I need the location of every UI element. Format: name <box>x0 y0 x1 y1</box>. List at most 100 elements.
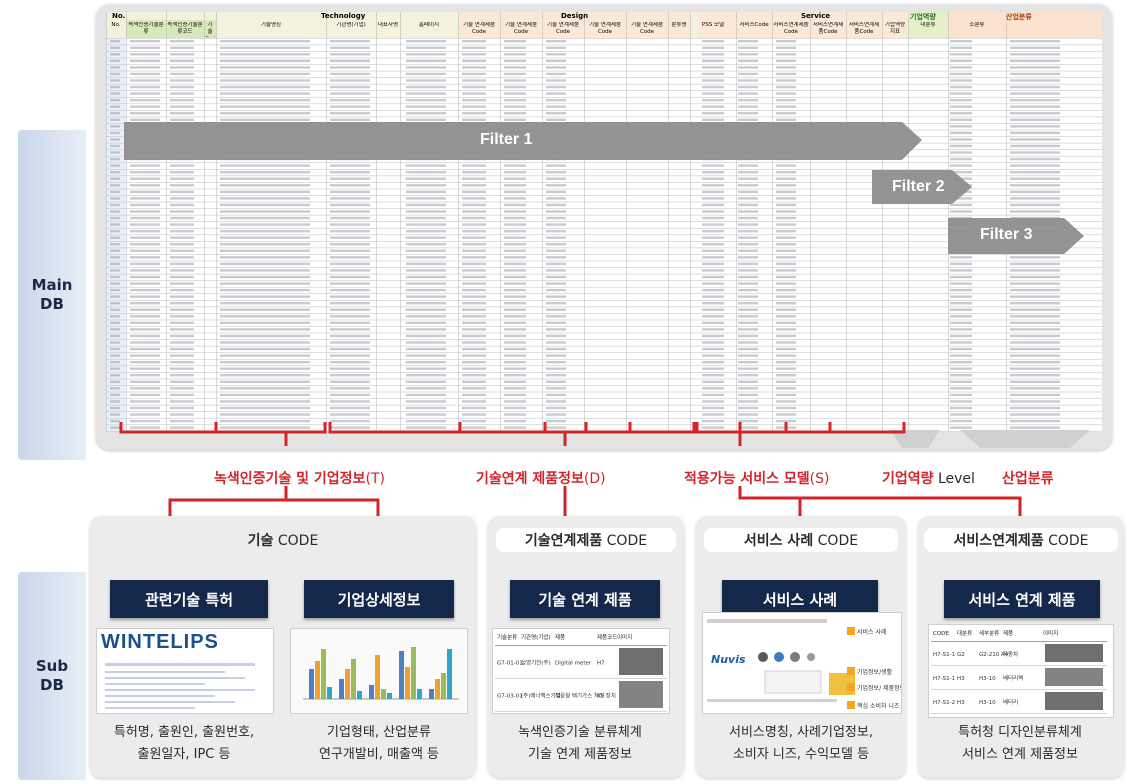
desc-service-case: 서비스명칭, 사례기업정보, 소비자 니즈, 수익모델 등 <box>729 725 873 762</box>
category-capability-suffix: Level <box>933 471 975 487</box>
table-header-cell: 기술분류 <box>497 633 517 641</box>
table-cell: 배터리팩 <box>1003 674 1023 682</box>
table-cell: H7-S1-1 <box>933 652 955 658</box>
panel-tech-code-title-bold: 기술 <box>247 533 274 549</box>
service-case-illustration: Nuvis 서비스 사례 기업정보/생활 기업정보/ 제품정보 핵심 소비자 니… <box>707 619 901 710</box>
category-tech-company: 녹색인증기술 및 기업정보(T) <box>214 468 385 488</box>
service-label-life: 기업정보/생활 <box>857 668 893 676</box>
panel-tech-code-title-plain: CODE <box>273 533 319 549</box>
table-header-cell: 이미지 <box>1043 629 1058 637</box>
table-header-cell: 기관명(기업) <box>521 633 551 641</box>
table-cell: G7-03-01 <box>497 694 523 700</box>
panel-service-case-code-title: 서비스 사례 CODE <box>704 528 898 552</box>
desc-service-product: 특허청 디자인분류체계 서비스 연계 제품정보 <box>958 725 1082 762</box>
table-cell: H7-S1-2 <box>933 700 955 706</box>
mini-bar <box>429 689 434 699</box>
panel-service-case-code-title-plain: CODE <box>813 533 859 549</box>
mini-bar <box>417 689 422 699</box>
main-db-panel: No. Technology Design Service 기업역량 산업분류 … <box>96 4 1112 450</box>
table-cell: Digital meter <box>555 661 592 667</box>
table-cell: G2 <box>957 652 965 658</box>
wintelips-logo: WINTELIPS <box>101 631 219 653</box>
service-label-company: 기업정보/ 제품정보 <box>857 684 901 692</box>
table-cell: 배터리 <box>1003 698 1018 706</box>
category-service-suffix: (S) <box>809 471 830 487</box>
panel-tech-product-code-title-plain: CODE <box>602 533 648 549</box>
table-cell: H7 <box>597 661 605 667</box>
panel-service-product-code-title-bold: 서비스연계제품 <box>953 533 1044 549</box>
thumb-company-chart <box>290 628 468 714</box>
service-product-table: CODE 대분류 세부분류 제품 이미지H7-S1-1 G2 G2-210 A4자동차H7-… <box>931 629 1107 714</box>
category-design-main: 기술연계 제품정보 <box>476 471 584 487</box>
mini-bar <box>435 679 440 699</box>
filter-3-label: Filter 3 <box>980 226 1033 243</box>
mini-bar <box>315 661 320 699</box>
mini-bar <box>327 687 332 699</box>
mini-bar <box>357 691 362 699</box>
mini-bar <box>339 679 344 699</box>
filter-arrows <box>124 122 1084 254</box>
panel-tech-product-code-title: 기술연계제품 CODE <box>496 528 676 552</box>
mini-bar <box>405 667 410 699</box>
category-design: 기술연계 제품정보(D) <box>476 468 606 488</box>
table-cell: K9 <box>597 694 605 700</box>
category-industry: 산업분류 <box>1002 468 1054 488</box>
category-capability: 기업역량 Level <box>882 468 975 488</box>
thumb-tech-product-table: 기술분류 기관명(기업) 제품 제품코드 이미지 G7-01-01 삼영기전(주) Digit… <box>492 628 670 714</box>
sub-db-patent[interactable]: 관련기술 특허 <box>110 580 268 618</box>
sub-db-label: Sub DB <box>18 572 86 780</box>
table-header-cell: 대분류 <box>957 629 972 637</box>
category-tech-company-suffix: (T) <box>365 471 385 487</box>
mini-bar <box>381 689 386 699</box>
table-cell: H3-10 <box>979 676 996 682</box>
desc-tech-product: 녹색인증기술 분류체계 기술 연계 제품정보 <box>518 725 642 762</box>
sub-db-service-product[interactable]: 서비스 연계 제품 <box>944 580 1100 618</box>
product-image <box>1045 668 1103 686</box>
table-cell: H3 <box>957 676 965 682</box>
category-service: 적용가능 서비스 모델(S) <box>684 468 829 488</box>
category-tech-company-main: 녹색인증기술 및 기업정보 <box>214 471 366 487</box>
mini-bar <box>411 647 416 699</box>
tech-product-table: 기술분류 기관명(기업) 제품 제품코드 이미지 G7-01-01삼영기전(주) Digit… <box>495 633 667 712</box>
category-capability-main: 기업역량 <box>882 471 934 487</box>
thumb-patent: WINTELIPS <box>96 628 274 714</box>
table-header-cell: 제품 <box>1003 629 1013 637</box>
table-cell: H3-10 <box>979 700 996 706</box>
panel-service-product-code-title: 서비스연계제품 CODE <box>924 528 1118 552</box>
product-image <box>1045 692 1103 710</box>
product-image <box>619 648 663 675</box>
table-cell: H3 <box>957 700 965 706</box>
service-label-case: 서비스 사례 <box>857 628 887 636</box>
nuvis-brand-text: Nuvis <box>711 653 746 666</box>
product-image <box>1045 644 1103 662</box>
mini-bar <box>345 669 350 699</box>
table-cell: G7-01-01 <box>497 661 523 667</box>
category-service-main: 적용가능 서비스 모델 <box>684 471 810 487</box>
table-cell: 적응형 배기가스 처리 장치 <box>555 692 616 700</box>
table-header-cell: 제품 <box>555 633 565 641</box>
sub-db-company-detail[interactable]: 기업상세정보 <box>304 580 454 618</box>
mini-bar <box>387 693 392 699</box>
mini-bar <box>351 659 356 699</box>
table-cell: 자동차 <box>1003 650 1018 658</box>
panel-tech-product-code-title-bold: 기술연계제품 <box>524 533 603 549</box>
table-header-cell: 이미지 <box>617 633 632 641</box>
panel-tech-code-title: 기술 CODE <box>218 528 348 552</box>
thumb-service-case: Nuvis 서비스 사례 기업정보/생활 기업정보/ 제품정보 핵심 소비자 니… <box>702 612 902 714</box>
panel-service-product-code-title-plain: CODE <box>1043 533 1089 549</box>
category-industry-main: 산업분류 <box>1002 471 1054 487</box>
mini-bar-chart <box>303 647 459 700</box>
panel-service-case-code-title-bold: 서비스 사례 <box>743 533 814 549</box>
sub-db-tech-product[interactable]: 기술 연계 제품 <box>510 580 660 618</box>
mini-bar <box>399 651 404 699</box>
table-header-cell: 세부분류 <box>979 629 999 637</box>
category-design-suffix: (D) <box>583 471 606 487</box>
desc-company: 기업형태, 산업분류 연구개발비, 매출액 등 <box>318 725 440 762</box>
filter-2-label: Filter 2 <box>892 178 945 195</box>
service-label-needs: 핵심 소비자 니즈 <box>857 702 900 710</box>
thumb-service-product-table: CODE 대분류 세부분류 제품 이미지 H7-S1-1 G2 G2-210 A4 자동차 H7-… <box>928 624 1114 718</box>
main-db-label: Main DB <box>18 130 86 460</box>
table-header-cell: CODE <box>933 631 949 637</box>
down-chevrons <box>890 430 1090 448</box>
mini-bar <box>447 649 452 699</box>
